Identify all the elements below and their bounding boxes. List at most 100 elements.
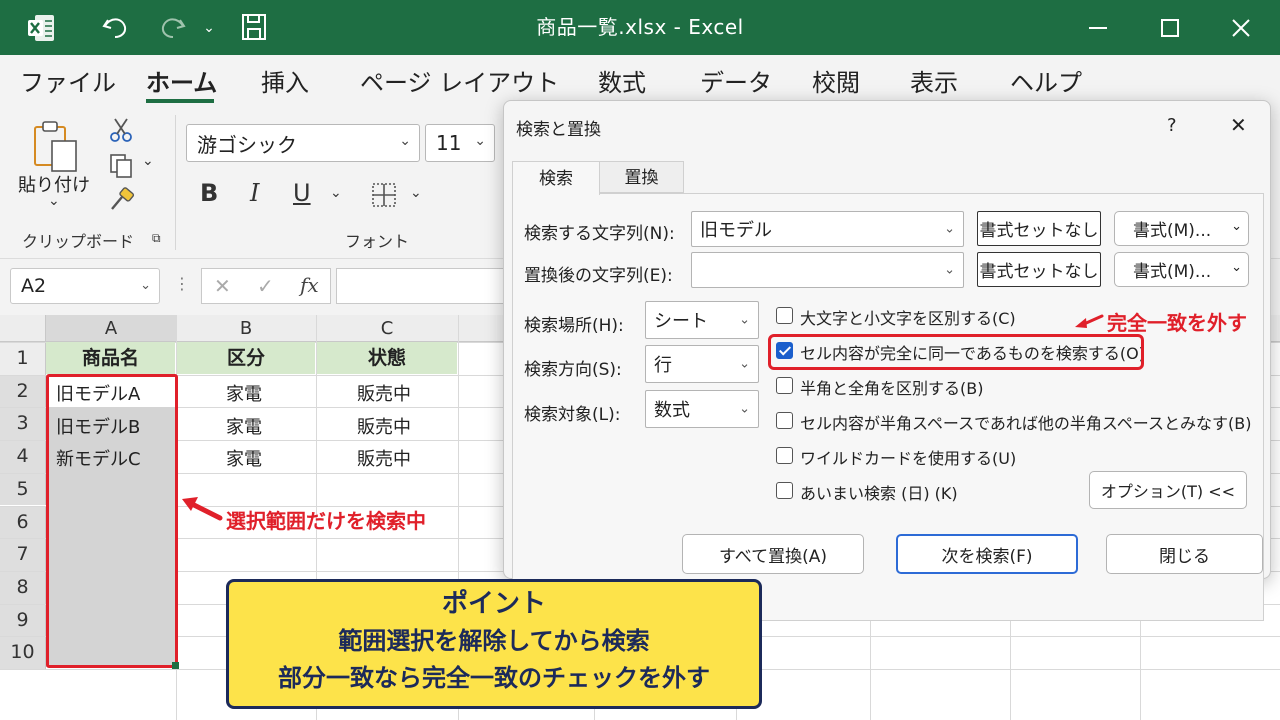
- match-byte-label: 半角と全角を区別する(B): [800, 379, 984, 398]
- space-checkbox[interactable]: [776, 412, 793, 429]
- tab-find[interactable]: 検索: [512, 161, 600, 195]
- clipboard-launcher-icon[interactable]: ⧉: [152, 231, 161, 246]
- arrow-left-icon: [1075, 314, 1104, 328]
- cell-b2[interactable]: 家電: [226, 380, 262, 406]
- font-name-select[interactable]: 游ゴシック ⌄: [186, 124, 420, 162]
- replace-format-button[interactable]: 書式(M)... ⌄: [1114, 252, 1249, 287]
- row-header[interactable]: 6: [0, 505, 46, 539]
- exact-match-note: 完全一致を外す: [1107, 311, 1247, 335]
- find-input[interactable]: 旧モデル ⌄: [691, 211, 964, 247]
- row-header[interactable]: 4: [0, 440, 46, 473]
- cut-icon[interactable]: [108, 117, 134, 143]
- match-byte-checkbox[interactable]: [776, 377, 793, 394]
- insert-function-icon[interactable]: fx: [300, 273, 319, 297]
- tab-replace[interactable]: 置換: [600, 161, 684, 193]
- font-name-value: 游ゴシック: [197, 132, 297, 157]
- row-header[interactable]: 8: [0, 570, 46, 604]
- dialog-close-icon[interactable]: ✕: [1230, 113, 1247, 137]
- chevron-down-icon: ⌄: [140, 278, 151, 293]
- title-bar: ⌄ 商品一覧.xlsx - Excel: [0, 0, 1280, 55]
- close-icon[interactable]: [1226, 0, 1256, 55]
- search-direction-select[interactable]: 行 ⌄: [645, 345, 759, 383]
- formula-buttons: ✕ ✓ fx: [201, 268, 331, 304]
- header-cell-product[interactable]: 商品名: [46, 342, 175, 374]
- match-case-checkbox[interactable]: [776, 307, 793, 324]
- tab-page-layout[interactable]: ページ レイアウト: [360, 63, 559, 98]
- header-cell-category[interactable]: 区分: [177, 342, 315, 374]
- fuzzy-search-checkbox[interactable]: [776, 482, 793, 499]
- fill-handle[interactable]: [172, 662, 179, 669]
- copy-icon[interactable]: [108, 153, 134, 179]
- column-header-c[interactable]: C: [316, 315, 458, 342]
- underline-chevron-icon[interactable]: ⌄: [330, 185, 342, 201]
- enter-icon[interactable]: ✓: [257, 274, 274, 298]
- italic-button[interactable]: I: [250, 179, 259, 207]
- within-select[interactable]: シート ⌄: [645, 301, 759, 339]
- tab-formulas[interactable]: 数式: [598, 63, 646, 98]
- replace-format-label: 書式(M)...: [1133, 262, 1212, 282]
- cell-b4[interactable]: 家電: [226, 445, 262, 471]
- minimize-icon[interactable]: [1083, 0, 1113, 55]
- cell-c2[interactable]: 販売中: [357, 380, 411, 406]
- close-dialog-button[interactable]: 閉じる: [1106, 534, 1263, 574]
- replace-input[interactable]: ⌄: [691, 252, 964, 288]
- row-header[interactable]: 10: [0, 636, 46, 669]
- tab-file[interactable]: ファイル: [20, 63, 116, 98]
- cell-c4[interactable]: 販売中: [357, 445, 411, 471]
- formula-input[interactable]: [336, 268, 506, 304]
- more-options-icon[interactable]: ⋮: [174, 274, 190, 293]
- row-header[interactable]: 5: [0, 472, 46, 506]
- font-group-label: フォント: [345, 232, 410, 251]
- format-painter-icon[interactable]: [108, 187, 136, 213]
- tab-help[interactable]: ヘルプ: [1010, 63, 1082, 98]
- replace-all-button[interactable]: すべて置換(A): [682, 534, 864, 574]
- look-in-label: 検索対象(L):: [524, 405, 621, 425]
- find-next-button[interactable]: 次を検索(F): [896, 534, 1078, 574]
- paste-icon[interactable]: [32, 119, 80, 175]
- paste-chevron-icon[interactable]: ⌄: [48, 193, 60, 209]
- tab-review[interactable]: 校閲: [812, 63, 860, 98]
- copy-chevron-icon[interactable]: ⌄: [142, 153, 154, 169]
- borders-chevron-icon[interactable]: ⌄: [410, 185, 422, 201]
- tab-home[interactable]: ホーム: [146, 63, 217, 98]
- help-icon[interactable]: ?: [1167, 115, 1177, 136]
- find-format-button[interactable]: 書式(M)... ⌄: [1114, 211, 1249, 246]
- look-in-select[interactable]: 数式 ⌄: [645, 390, 759, 428]
- name-box[interactable]: A2 ⌄: [10, 268, 160, 304]
- header-cell-status[interactable]: 状態: [317, 342, 457, 374]
- clipboard-group-label: クリップボード: [22, 232, 135, 251]
- tab-insert[interactable]: 挿入: [261, 63, 309, 98]
- bold-button[interactable]: B: [200, 179, 218, 207]
- row-header[interactable]: 9: [0, 603, 46, 637]
- search-direction-value: 行: [654, 355, 672, 376]
- row-header[interactable]: 3: [0, 407, 46, 441]
- exact-match-highlight: [768, 334, 1144, 370]
- column-header-b[interactable]: B: [176, 315, 316, 342]
- find-no-format-button[interactable]: 書式セットなし: [977, 211, 1101, 246]
- tab-data[interactable]: データ: [700, 63, 772, 98]
- font-size-select[interactable]: 11 ⌄: [425, 124, 495, 162]
- cell-b3[interactable]: 家電: [226, 413, 262, 439]
- row-header[interactable]: 1: [0, 342, 46, 375]
- cell-c3[interactable]: 販売中: [357, 413, 411, 439]
- within-label: 検索場所(H):: [524, 316, 624, 336]
- within-value: シート: [654, 311, 708, 332]
- row-header[interactable]: 2: [0, 374, 46, 408]
- callout-line-1: 範囲選択を解除してから検索: [338, 627, 650, 655]
- column-header-a[interactable]: A: [46, 315, 176, 342]
- underline-button[interactable]: U: [293, 179, 311, 207]
- fuzzy-search-label: あいまい検索 (日) (K): [800, 484, 958, 503]
- chevron-down-icon: ⌄: [944, 221, 955, 237]
- options-button[interactable]: オプション(T) <<: [1089, 471, 1247, 509]
- wildcard-checkbox[interactable]: [776, 447, 793, 464]
- select-all-corner[interactable]: [0, 315, 46, 342]
- find-label: 検索する文字列(N):: [524, 224, 675, 244]
- tab-view[interactable]: 表示: [910, 63, 958, 98]
- tip-callout: ポイント 範囲選択を解除してから検索 部分一致なら完全一致のチェックを外す: [226, 579, 762, 709]
- find-input-value: 旧モデル: [700, 220, 772, 241]
- borders-icon[interactable]: [370, 181, 398, 209]
- replace-no-format-button[interactable]: 書式セットなし: [977, 252, 1101, 287]
- row-header[interactable]: 7: [0, 538, 46, 571]
- maximize-icon[interactable]: [1155, 0, 1185, 55]
- cancel-icon[interactable]: ✕: [214, 274, 231, 298]
